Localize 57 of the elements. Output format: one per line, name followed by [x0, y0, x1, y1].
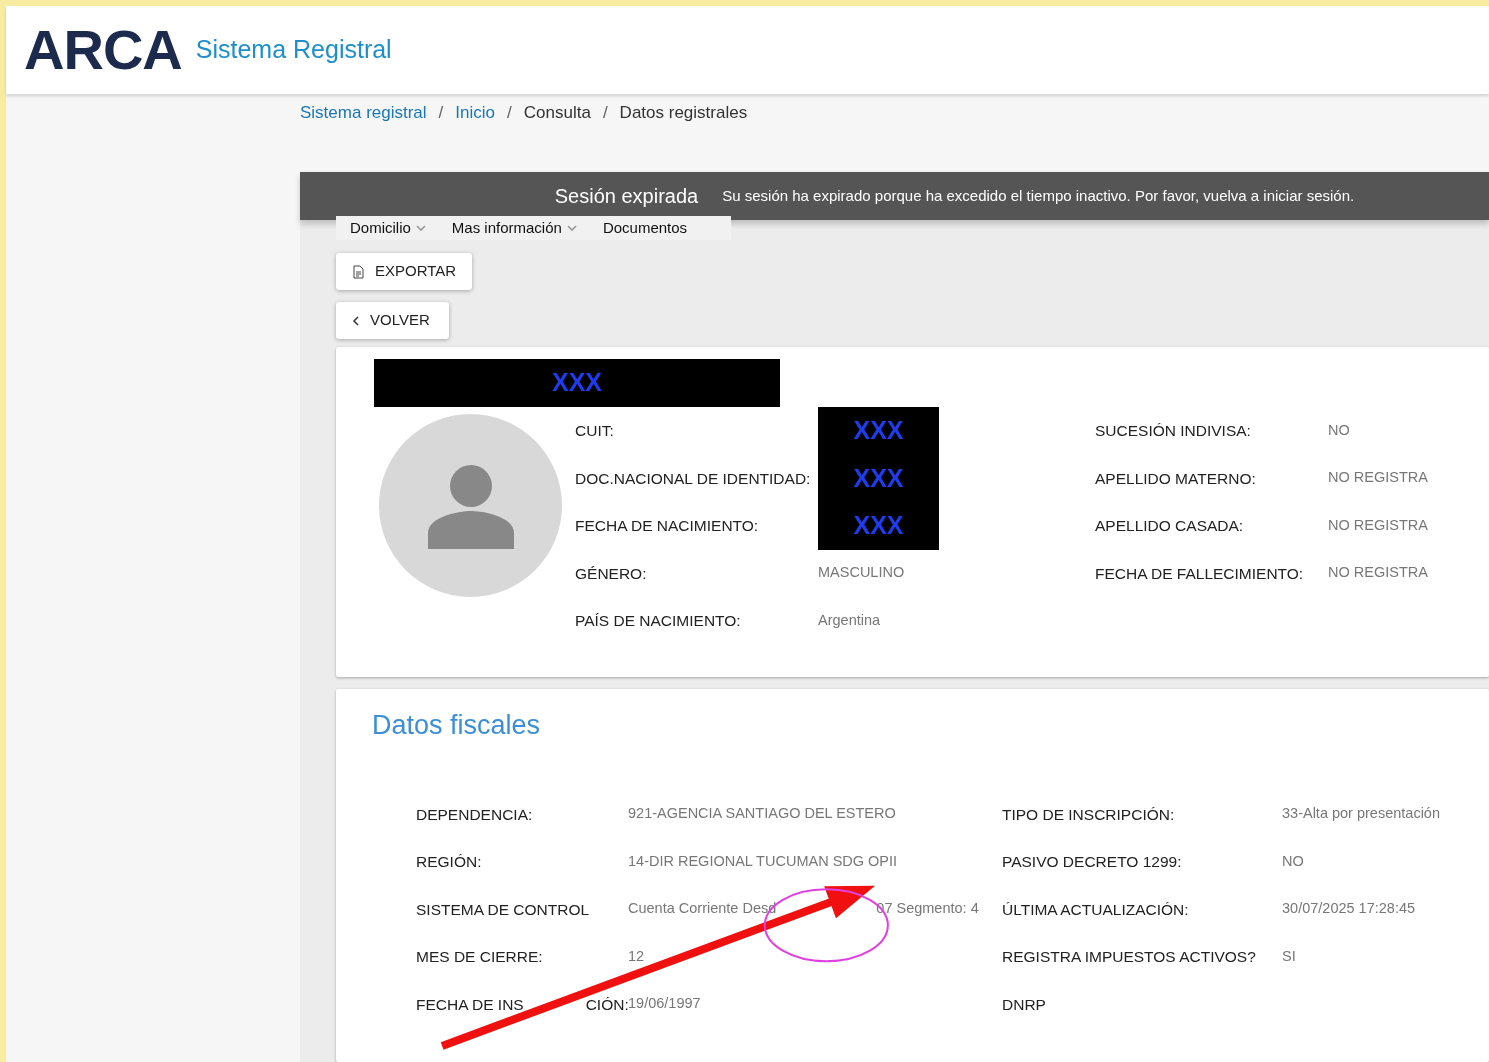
- field-value: MASCULINO: [818, 563, 905, 583]
- field-value: Argentina: [818, 610, 881, 630]
- banner-title: Sesión expirada: [554, 184, 699, 209]
- breadcrumb-link[interactable]: Sistema registral: [300, 100, 427, 126]
- field-value: NO REGISTRA: [1328, 468, 1428, 488]
- field-label: REGIÓN:: [416, 852, 483, 873]
- redacted-value: XXX: [818, 407, 939, 455]
- back-button[interactable]: VOLVER: [336, 302, 449, 339]
- breadcrumb-separator: /: [438, 102, 444, 124]
- field-label: FECHA DE FALLECIMIENTO:: [1095, 563, 1305, 584]
- field-label: REGISTRA IMPUESTOS ACTIVOS?: [1002, 947, 1257, 968]
- redacted-value: XXX: [818, 454, 939, 502]
- breadcrumb-item: Datos registrales: [619, 102, 748, 124]
- field-label: APELLIDO MATERNO:: [1095, 468, 1257, 489]
- field-value: 30/07/2025 17:28:45: [1282, 899, 1416, 919]
- menu-tab[interactable]: Documentos: [602, 216, 688, 240]
- export-button[interactable]: EXPORTAR: [336, 253, 473, 290]
- field-label: CIÓN:: [585, 994, 629, 1015]
- field-label: GÉNERO:: [575, 563, 648, 584]
- field-label: ÚLTIMA ACTUALIZACIÓN:: [1002, 899, 1190, 920]
- field-value: 14-DIR REGIONAL TUCUMAN SDG OPII: [628, 851, 898, 871]
- field-label: CUIT:: [575, 421, 615, 442]
- field-value: NO: [1328, 420, 1350, 440]
- menu-tab[interactable]: Mas información: [451, 216, 577, 240]
- document-icon: [352, 264, 365, 279]
- field-value: 12: [628, 946, 645, 966]
- field-label: SUCESIÓN INDIVISA:: [1095, 421, 1252, 442]
- breadcrumb-separator: /: [507, 102, 512, 124]
- menu-tab[interactable]: Domicilio: [350, 216, 426, 240]
- field-label: MES DE CIERRE:: [416, 947, 544, 968]
- field-value: SI: [1282, 946, 1296, 966]
- breadcrumb-separator: /: [602, 102, 608, 124]
- breadcrumb-link[interactable]: Inicio: [455, 100, 496, 126]
- field-value: 33-Alta por presentación: [1282, 804, 1440, 824]
- field-value: 921-AGENCIA SANTIAGO DEL ESTERO: [628, 804, 896, 824]
- field-value: 19/06/1997: [628, 994, 701, 1014]
- field-value: NO REGISTRA: [1328, 563, 1428, 583]
- field-label: DEPENDENCIA:: [416, 804, 534, 825]
- banner-message: Su sesión ha expirado porque ha excedido el tiempo inactivo. Por favor, vuelva a iniciar sesión.: [722, 185, 1355, 206]
- field-value: NO REGISTRA: [1328, 515, 1428, 535]
- field-label: FECHA DE INS: [416, 994, 524, 1015]
- field-label: SISTEMA DE CONTROL: [416, 899, 591, 920]
- redacted-name: XXX: [374, 359, 780, 407]
- logo: ARCA: [24, 22, 182, 78]
- breadcrumb-item: Consulta: [523, 102, 591, 124]
- field-label: FECHA DE NACIMIENTO:: [575, 516, 760, 537]
- field-label: PASIVO DECRETO 1299:: [1002, 852, 1183, 873]
- field-label: APELLIDO CASADA:: [1095, 516, 1245, 537]
- field-label: TIPO DE INSCRIPCIÓN:: [1002, 804, 1176, 825]
- redacted-value: XXX: [818, 502, 939, 550]
- section-title: Datos fiscales: [372, 709, 542, 742]
- field-label: DNRP: [1002, 994, 1047, 1015]
- field-label: PAÍS DE NACIMIENTO:: [575, 611, 742, 632]
- field-value: NO: [1282, 851, 1304, 871]
- chevron-left-icon: [352, 315, 360, 326]
- app-title: Sistema Registral: [195, 34, 392, 66]
- field-label: DOC.NACIONAL DE IDENTIDAD:: [575, 468, 812, 489]
